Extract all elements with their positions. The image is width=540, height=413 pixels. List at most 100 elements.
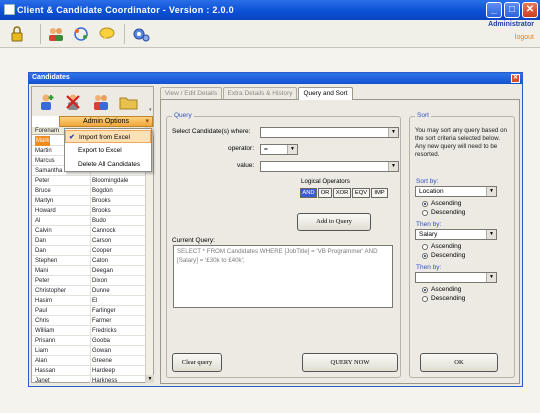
table-row[interactable]: Stephen Caton bbox=[32, 256, 145, 266]
sort1-descending-radio[interactable] bbox=[422, 210, 428, 216]
network-icon[interactable] bbox=[70, 23, 92, 45]
sort-by-value: Location bbox=[419, 188, 444, 195]
table-row[interactable]: Mani Deegan bbox=[32, 266, 145, 276]
sort-by-select[interactable]: Location ▼ bbox=[415, 186, 497, 197]
column-divider bbox=[90, 216, 91, 226]
table-row[interactable]: Paul Farlinger bbox=[32, 306, 145, 316]
op-and-button[interactable]: AND bbox=[300, 188, 317, 198]
cell-surname: Bloomingdale bbox=[92, 178, 129, 184]
maximize-button[interactable]: □ bbox=[504, 2, 520, 18]
chevron-down-icon: ▼ bbox=[287, 145, 297, 154]
column-divider bbox=[90, 356, 91, 366]
toolbar-overflow-icon[interactable]: ▾ bbox=[149, 107, 152, 113]
candidates-close-button[interactable]: ✕ bbox=[511, 74, 520, 83]
folder-icon[interactable] bbox=[118, 91, 140, 113]
table-row[interactable]: Liam Gowan bbox=[32, 346, 145, 356]
settings-icon[interactable] bbox=[130, 23, 152, 45]
sort-group: Sort You may sort any query based on the… bbox=[409, 112, 515, 378]
candidates-title: Candidates bbox=[32, 74, 70, 81]
close-button[interactable]: ✕ bbox=[522, 2, 538, 18]
table-row[interactable]: Prisann Gooba bbox=[32, 336, 145, 346]
column-divider bbox=[90, 286, 91, 296]
operator-label: operator: bbox=[228, 145, 255, 152]
chevron-down-icon: ▼ bbox=[486, 230, 496, 239]
sort-by-label: Sort by: bbox=[416, 178, 439, 185]
cell-forename: Martin bbox=[35, 148, 52, 154]
column-divider bbox=[90, 206, 91, 216]
tab-extra-details[interactable]: Extra Details & History bbox=[223, 87, 297, 99]
cell-surname: Brooks bbox=[92, 198, 111, 204]
table-row[interactable]: Dan Cooper bbox=[32, 246, 145, 256]
table-row[interactable]: Alan Greene bbox=[32, 356, 145, 366]
clear-query-button[interactable]: Clear query bbox=[172, 353, 222, 372]
field-select[interactable]: ▼ bbox=[260, 127, 399, 138]
then-by-2-select[interactable]: ▼ bbox=[415, 272, 497, 283]
cell-forename: Hassan bbox=[35, 368, 56, 374]
menu-item-delete-all[interactable]: Delete All Candidates bbox=[65, 158, 151, 171]
delete-candidate-icon[interactable] bbox=[62, 91, 84, 113]
tab-view-edit-details[interactable]: View / Edit Details bbox=[160, 87, 222, 99]
table-row[interactable]: Peter Bloomingdale bbox=[32, 176, 145, 186]
cell-surname: Dixon bbox=[92, 278, 108, 284]
admin-options-button[interactable]: Admin Options ▾ bbox=[59, 116, 153, 127]
column-divider bbox=[90, 186, 91, 196]
cell-surname: Fredricks bbox=[92, 328, 117, 334]
users-icon[interactable] bbox=[45, 23, 67, 45]
table-row[interactable]: Hassan Hardeep bbox=[32, 366, 145, 376]
admin-options-menu: ✔ Import from Excel Export to Excel Dele… bbox=[64, 128, 152, 172]
tab-query-and-sort[interactable]: Query and Sort bbox=[298, 87, 353, 100]
column-header[interactable]: Forenam bbox=[35, 127, 59, 135]
ok-button[interactable]: OK bbox=[420, 353, 498, 372]
op-imp-button[interactable]: IMP bbox=[371, 188, 388, 198]
add-to-query-button[interactable]: Add to Query bbox=[297, 213, 371, 231]
lock-icon[interactable] bbox=[6, 23, 28, 45]
value-select[interactable]: ▼ bbox=[260, 161, 399, 172]
contacts-icon[interactable] bbox=[90, 91, 112, 113]
table-row[interactable]: Hasim El bbox=[32, 296, 145, 306]
current-query-label: Current Query: bbox=[172, 237, 215, 244]
menu-item-export-excel[interactable]: Export to Excel bbox=[65, 144, 151, 157]
logout-link[interactable]: logout bbox=[515, 34, 534, 41]
table-row[interactable]: Christopher Dunne bbox=[32, 286, 145, 296]
logical-operators-title: Logical Operators bbox=[301, 178, 350, 185]
op-xor-button[interactable]: XOR bbox=[333, 188, 351, 198]
cell-surname: Cooper bbox=[92, 248, 112, 254]
table-row[interactable]: William Fredricks bbox=[32, 326, 145, 336]
add-candidate-icon[interactable] bbox=[35, 91, 57, 113]
cell-forename: Martyn bbox=[35, 198, 54, 204]
cell-surname: Bogdon bbox=[92, 188, 113, 194]
sort-note: You may sort any query based on the sort… bbox=[415, 127, 507, 158]
then-by-select[interactable]: Salary ▼ bbox=[415, 229, 497, 240]
table-row[interactable]: Chris Farmer bbox=[32, 316, 145, 326]
table-row[interactable]: Martyn Brooks bbox=[32, 196, 145, 206]
table-row[interactable]: Janet Harkness bbox=[32, 376, 145, 383]
sort2-descending-radio[interactable] bbox=[422, 253, 428, 259]
cell-forename: Al bbox=[35, 218, 41, 224]
op-or-button[interactable]: OR bbox=[318, 188, 332, 198]
query-now-button[interactable]: QUERY NOW bbox=[302, 353, 398, 372]
cell-surname: Budo bbox=[92, 218, 107, 224]
sort1-ascending-radio[interactable] bbox=[422, 201, 428, 207]
op-eqv-button[interactable]: EQV bbox=[352, 188, 370, 198]
sort2-ascending-radio[interactable] bbox=[422, 244, 428, 250]
table-row[interactable]: Bruce Bogdon bbox=[32, 186, 145, 196]
table-row[interactable]: Peter Dixon bbox=[32, 276, 145, 286]
sort3-ascending-radio[interactable] bbox=[422, 287, 428, 293]
scroll-down-icon[interactable]: ▼ bbox=[146, 375, 154, 383]
table-row[interactable]: Calvin Cannock bbox=[32, 226, 145, 236]
column-divider bbox=[90, 236, 91, 246]
sort3-descending-radio[interactable] bbox=[422, 296, 428, 302]
cell-forename: Mani bbox=[35, 268, 49, 274]
minimize-button[interactable]: _ bbox=[486, 2, 502, 18]
current-query-textarea[interactable]: SELECT * FROM Candidates WHERE [JobTitle… bbox=[173, 245, 393, 308]
chat-icon[interactable] bbox=[96, 23, 118, 45]
table-row[interactable]: Al Budo bbox=[32, 216, 145, 226]
chevron-down-icon: ▼ bbox=[486, 273, 496, 282]
cell-forename: Paul bbox=[35, 308, 48, 314]
menu-item-import-excel[interactable]: ✔ Import from Excel bbox=[65, 130, 151, 143]
cell-forename: Prisann bbox=[35, 338, 56, 344]
cell-forename: Peter bbox=[35, 278, 50, 284]
table-row[interactable]: Howard Brooks bbox=[32, 206, 145, 216]
operator-select[interactable]: = ▼ bbox=[260, 144, 298, 155]
table-row[interactable]: Dan Carson bbox=[32, 236, 145, 246]
